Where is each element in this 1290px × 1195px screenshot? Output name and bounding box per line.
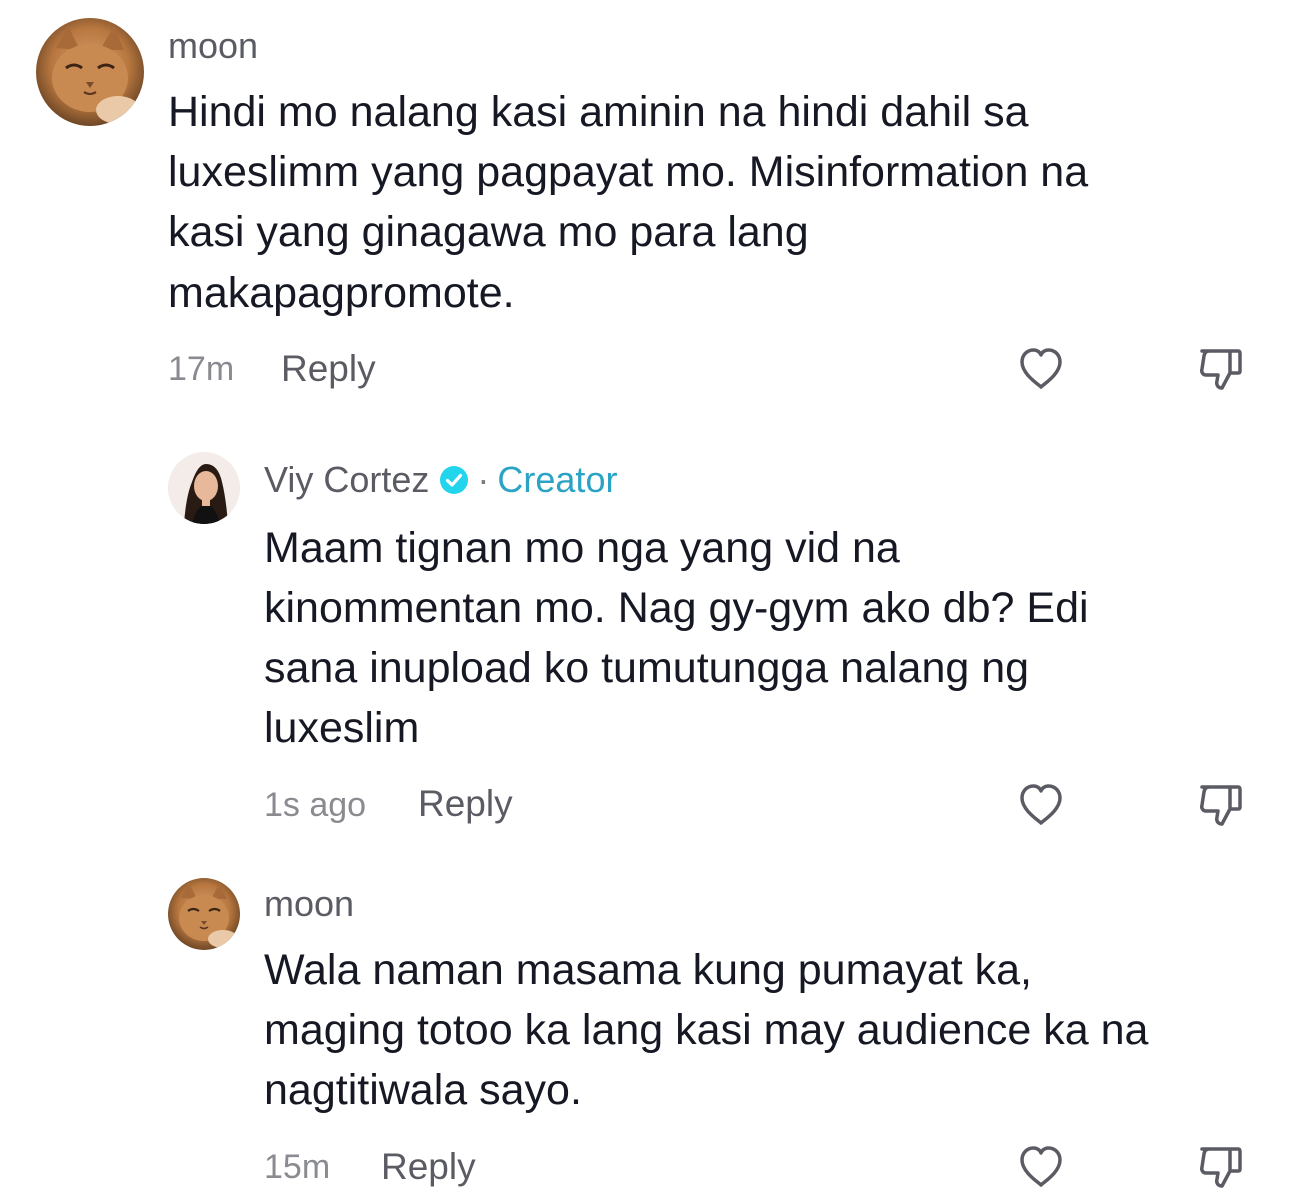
cat-avatar[interactable] [36,18,144,126]
comment-text-line: Wala naman masama kung pumayat ka, [264,946,1032,994]
woman-avatar[interactable] [168,452,240,524]
comment-2: Viy Cortez · Creator Maam tignan mo nga … [0,430,1290,850]
comment-text-line: luxeslimm yang pagpayat mo. Misinformati… [168,148,1089,196]
comment-text-line: makapagpromote. [168,269,515,317]
comment-username[interactable]: moon [264,886,354,922]
creator-badge: Creator [497,459,618,500]
thumbs-down-outline-icon[interactable] [1196,344,1246,394]
heart-outline-icon[interactable] [1016,780,1066,830]
separator-dot: · [477,459,490,500]
comment-text-line: Maam tignan mo nga yang vid na [264,524,900,572]
comment-1: moon Hindi mo nalang kasi aminin na hind… [0,0,1290,420]
comment-text-line: maging totoo ka lang kasi may audience k… [264,1006,1149,1054]
comment-timestamp: 15m [264,1148,331,1186]
comment-3: moon Wala naman masama kung pumayat ka, … [0,860,1290,1195]
comment-text-line: sana inupload ko tumutungga nalang ng [264,644,1030,692]
heart-outline-icon[interactable] [1016,344,1066,394]
heart-outline-icon[interactable] [1016,1142,1066,1192]
comment-text-line: nagtitiwala sayo. [264,1066,582,1114]
thumbs-down-outline-icon[interactable] [1196,780,1246,830]
comment-username[interactable]: Viy Cortez [264,462,429,498]
cat-avatar[interactable] [168,878,240,950]
reply-button[interactable]: Reply [418,785,513,822]
comment-timestamp: 1s ago [264,786,367,824]
comment-text-line: luxeslim [264,704,420,752]
thumbs-down-outline-icon[interactable] [1196,1142,1246,1192]
reply-button[interactable]: Reply [281,350,376,387]
reply-button[interactable]: Reply [381,1148,476,1185]
comment-text-line: kasi yang ginagawa mo para lang [168,208,809,256]
verified-badge-icon [439,465,469,495]
comment-timestamp: 17m [168,350,235,388]
creator-header: Viy Cortez · Creator [264,462,617,498]
comment-text-line: kinommentan mo. Nag gy-gym ako db? Edi [264,584,1089,632]
comment-username[interactable]: moon [168,28,258,64]
comment-text-line: Hindi mo nalang kasi aminin na hindi dah… [168,88,1029,136]
